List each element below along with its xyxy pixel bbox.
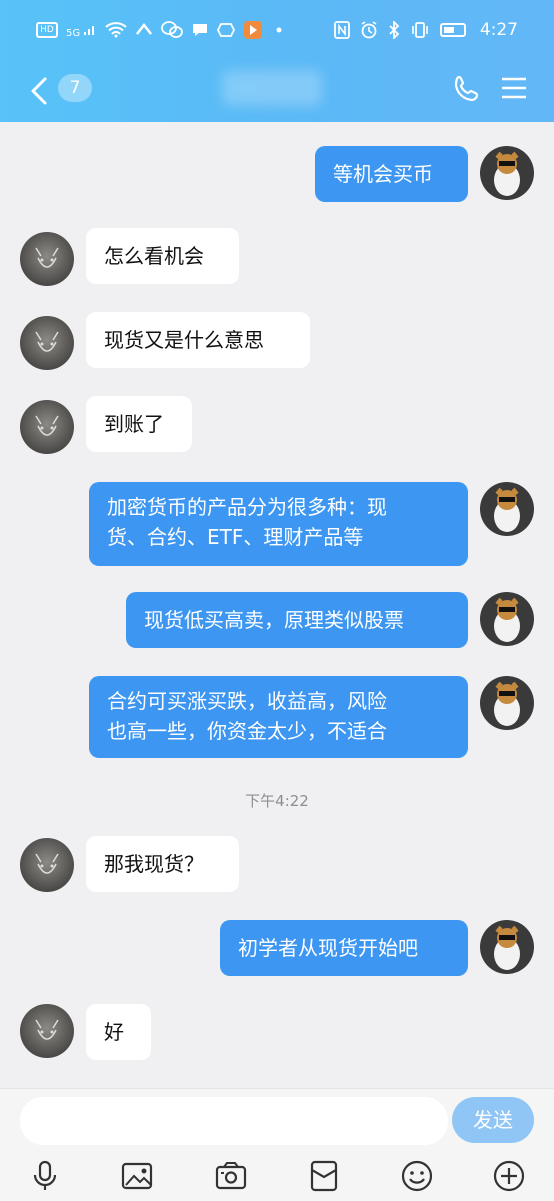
video-app-icon [244, 21, 263, 39]
my-avatar[interactable] [480, 146, 534, 200]
battery-icon [439, 23, 466, 37]
my-avatar[interactable] [480, 482, 534, 536]
composer: 发送 [0, 1088, 554, 1201]
message-bubble-incoming[interactable]: 到账了 [86, 396, 192, 452]
chat-header: 7 [0, 62, 554, 122]
message-text: 怎么看机会 [104, 244, 204, 268]
bluetooth-icon [389, 21, 400, 39]
message-bubble-outgoing[interactable]: 现货低买高卖，原理类似股票 [126, 592, 468, 648]
message-list[interactable]: 等机会买币 怎么看机会 现货又是什么意思 到账了 加密货币的产品分为很多种：现 … [0, 122, 554, 1090]
contact-avatar[interactable] [20, 838, 74, 892]
red-packet-icon[interactable] [307, 1159, 341, 1193]
vibrate-icon [412, 22, 428, 38]
signal-5g-label: 5G [66, 27, 81, 39]
message-bubble-outgoing[interactable]: 初学者从现货开始吧 [220, 920, 468, 976]
my-avatar[interactable] [480, 920, 534, 974]
wechat-icon [161, 21, 184, 38]
message-bubble-incoming[interactable]: 现货又是什么意思 [86, 312, 310, 368]
emoji-icon[interactable] [400, 1159, 434, 1193]
hd-icon: HD [36, 22, 58, 38]
message-text: 初学者从现货开始吧 [238, 936, 418, 960]
back-icon[interactable] [28, 76, 52, 106]
message-bubble-outgoing[interactable]: 合约可买涨买跌，收益高，风险 也高一些，你资金太少，不适合 [89, 676, 468, 758]
wifi-icon [105, 22, 127, 38]
message-text: 等机会买币 [333, 162, 433, 186]
status-time: 4:27 [479, 20, 518, 40]
my-avatar[interactable] [480, 592, 534, 646]
status-bar: HD 5G 4:27 [0, 0, 554, 62]
alarm-icon [361, 21, 377, 39]
contact-avatar[interactable] [20, 232, 74, 286]
message-text: 到账了 [104, 412, 164, 436]
unread-count-badge[interactable]: 7 [58, 74, 92, 102]
plus-icon[interactable] [492, 1159, 526, 1193]
message-bubble-incoming[interactable]: 那我现货？ [86, 836, 239, 892]
contact-avatar[interactable] [20, 316, 74, 370]
send-button[interactable]: 发送 [452, 1097, 534, 1143]
phone-icon[interactable] [452, 74, 482, 104]
message-text: 那我现货？ [104, 852, 204, 876]
menu-icon[interactable] [500, 74, 528, 102]
app-icon [217, 23, 236, 37]
message-text: 好 [104, 1020, 124, 1044]
nfc-icon [333, 21, 350, 39]
signal-5g-icon: 5G [66, 22, 97, 39]
message-text: 现货低买高卖，原理类似股票 [144, 608, 404, 632]
chat-title-blurred [222, 70, 322, 106]
message-bubble-incoming[interactable]: 怎么看机会 [86, 228, 239, 284]
contact-avatar[interactable] [20, 1004, 74, 1058]
message-bubble-outgoing[interactable]: 等机会买币 [315, 146, 468, 202]
contact-avatar[interactable] [20, 400, 74, 454]
more-dots-icon [276, 27, 282, 33]
camera-icon[interactable] [214, 1159, 248, 1193]
app-notification-icon [136, 22, 153, 35]
message-bubble-incoming[interactable]: 好 [86, 1004, 151, 1060]
message-timestamp: 下午4:22 [245, 792, 309, 810]
message-text-line: 合约可买涨买跌，收益高，风险 [107, 689, 387, 713]
message-input[interactable] [20, 1097, 448, 1145]
image-icon[interactable] [120, 1159, 154, 1193]
my-avatar[interactable] [480, 676, 534, 730]
microphone-icon[interactable] [28, 1159, 62, 1193]
message-icon [193, 24, 208, 36]
message-text-line: 也高一些，你资金太少，不适合 [107, 719, 387, 743]
message-text: 现货又是什么意思 [104, 328, 264, 352]
message-bubble-outgoing[interactable]: 加密货币的产品分为很多种：现 货、合约、ETF、理财产品等 [89, 482, 468, 566]
message-text-line: 货、合约、ETF、理财产品等 [107, 525, 364, 549]
message-text-line: 加密货币的产品分为很多种：现 [107, 495, 387, 519]
composer-toolbar [0, 1151, 554, 1199]
